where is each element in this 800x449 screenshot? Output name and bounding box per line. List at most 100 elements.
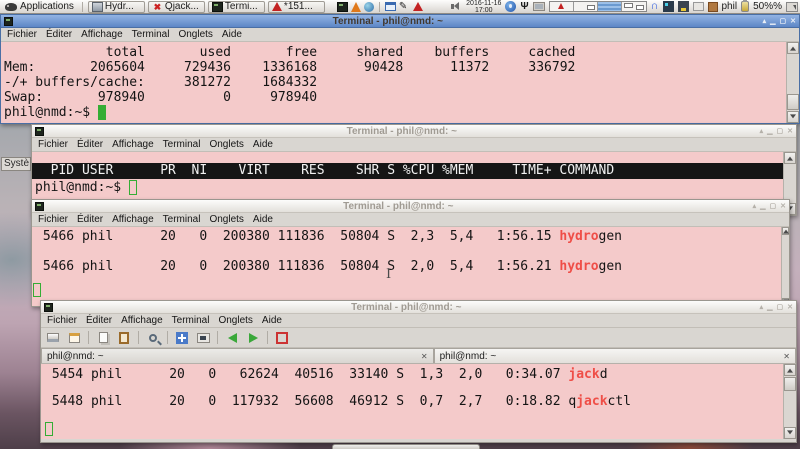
menu-aide[interactable]: Aide	[253, 214, 273, 225]
applications-menu-button[interactable]: Applications	[2, 0, 77, 13]
lock-keyring-icon[interactable]	[505, 1, 516, 12]
close-button[interactable]: ✕	[787, 303, 793, 312]
paste-button[interactable]	[116, 330, 132, 345]
new-tab-button[interactable]	[66, 330, 82, 345]
close-tab-button[interactable]	[274, 330, 290, 345]
menu-editer[interactable]: Éditer	[46, 29, 72, 40]
workspace-1[interactable]	[550, 2, 574, 11]
bottom-panel-handle[interactable]	[332, 444, 480, 449]
terminal-launcher-icon[interactable]	[337, 2, 348, 12]
menu-aide[interactable]: Aide	[262, 315, 282, 326]
taskbar-button-hydrogen[interactable]: Hydr...	[88, 1, 145, 13]
menu-terminal[interactable]: Terminal	[163, 214, 201, 225]
menu-terminal[interactable]: Terminal	[132, 29, 170, 40]
next-tab-button[interactable]	[245, 330, 261, 345]
tab-close-icon[interactable]: ✕	[421, 352, 428, 361]
scroll-down-button[interactable]	[784, 427, 796, 439]
desktop-icon-label[interactable]: Systè	[1, 157, 31, 171]
minimize-button[interactable]: ▁	[760, 202, 765, 211]
scrollbar[interactable]	[783, 364, 796, 439]
menu-aide[interactable]: Aide	[222, 29, 242, 40]
window-launcher-icon[interactable]	[385, 2, 396, 11]
pencil-launcher-icon[interactable]: ✎	[399, 2, 410, 12]
scroll-up-button[interactable]	[784, 364, 796, 376]
terminal-output-area[interactable]: 5454 phil 20 0 62624 40516 33140 S 1,3 2…	[41, 364, 796, 439]
vlc-launcher-icon[interactable]	[351, 2, 361, 12]
session-icon[interactable]	[678, 1, 689, 12]
battery-icon[interactable]	[741, 1, 749, 12]
menu-fichier[interactable]: Fichier	[47, 315, 77, 326]
minimize-button[interactable]: ▁	[767, 303, 772, 312]
screenshot-icon[interactable]	[786, 2, 798, 12]
menu-affichage[interactable]: Affichage	[81, 29, 123, 40]
previous-tab-button[interactable]	[224, 330, 240, 345]
shade-button[interactable]: ▴	[753, 202, 757, 211]
scroll-up-button[interactable]	[782, 227, 789, 235]
menu-affichage[interactable]: Affichage	[112, 214, 154, 225]
open-terminal-button[interactable]	[45, 330, 61, 345]
menu-terminal[interactable]: Terminal	[172, 315, 210, 326]
files-tray-icon[interactable]	[708, 2, 718, 12]
minimize-button[interactable]: ▁	[770, 17, 775, 26]
menu-fichier[interactable]: Fichier	[7, 29, 37, 40]
scrollbar-thumb[interactable]	[784, 377, 796, 391]
shade-button[interactable]: ▴	[760, 127, 764, 136]
menu-onglets[interactable]: Onglets	[209, 139, 243, 150]
workspace-pager[interactable]	[549, 1, 647, 12]
headphones-icon[interactable]: ∩	[651, 1, 659, 12]
titlebar[interactable]: Terminal - phil@nmd: ~ ▴ ▁ ▢ ✕	[32, 125, 796, 138]
scroll-up-button[interactable]	[784, 152, 796, 164]
fullscreen-button[interactable]	[174, 330, 190, 345]
browser-launcher-icon[interactable]	[364, 2, 374, 12]
menu-onglets[interactable]: Onglets	[218, 315, 252, 326]
menu-affichage[interactable]: Affichage	[121, 315, 163, 326]
alert-launcher-icon[interactable]	[413, 2, 423, 11]
tray-window-icon[interactable]	[693, 2, 704, 11]
menu-terminal[interactable]: Terminal	[163, 139, 201, 150]
jack-mixer-icon[interactable]	[663, 1, 674, 12]
scrollbar[interactable]	[781, 227, 789, 306]
minimize-button[interactable]: ▁	[767, 127, 772, 136]
workspace-3-active[interactable]	[598, 2, 622, 11]
tab-1[interactable]: phil@nmd: ~ ✕	[41, 348, 434, 363]
search-button[interactable]	[145, 330, 161, 345]
menu-affichage[interactable]: Affichage	[112, 139, 154, 150]
menu-onglets[interactable]: Onglets	[178, 29, 212, 40]
scrollbar-thumb[interactable]	[787, 94, 799, 110]
scroll-up-button[interactable]	[787, 42, 799, 54]
shade-button[interactable]: ▴	[760, 303, 764, 312]
panel-clock[interactable]: 2016-11-16 17:00	[466, 0, 501, 14]
menu-onglets[interactable]: Onglets	[209, 214, 243, 225]
menu-fichier[interactable]: Fichier	[38, 139, 68, 150]
maximize-button[interactable]: ▢	[780, 17, 787, 26]
terminal-output-area[interactable]: total used free shared buffers cached Me…	[1, 42, 799, 123]
taskbar-button-editor[interactable]: *151...	[268, 1, 325, 13]
workspace-2[interactable]	[574, 2, 598, 11]
close-button[interactable]: ✕	[787, 127, 793, 136]
maximize-button[interactable]: ▢	[777, 303, 784, 312]
copy-button[interactable]	[95, 330, 111, 345]
menu-editer[interactable]: Éditer	[77, 214, 103, 225]
display-icon[interactable]	[533, 2, 545, 11]
scrollbar[interactable]	[786, 42, 799, 123]
taskbar-button-terminal[interactable]: Termi...	[208, 1, 265, 13]
tab-2-active[interactable]: phil@nmd: ~ ✕	[434, 348, 796, 363]
titlebar[interactable]: Terminal - phil@nmd: ~ ▴ ▁ ▢ ✕	[1, 15, 799, 28]
taskbar-button-qjackctl[interactable]: ✖ Qjack...	[148, 1, 205, 13]
shade-button[interactable]: ▴	[763, 17, 767, 26]
close-button[interactable]: ✕	[790, 17, 796, 26]
close-button[interactable]: ✕	[780, 202, 786, 211]
scroll-down-button[interactable]	[787, 111, 799, 123]
network-icon[interactable]: Ψ	[520, 1, 528, 12]
terminal-output-area[interactable]: 5466 phil 20 0 200380 111836 50804 S 2,3…	[32, 227, 789, 306]
maximize-button[interactable]: ▢	[770, 202, 777, 211]
workspace-4[interactable]	[622, 2, 646, 11]
menu-aide[interactable]: Aide	[253, 139, 273, 150]
menu-editer[interactable]: Éditer	[77, 139, 103, 150]
menu-editer[interactable]: Éditer	[86, 315, 112, 326]
maximize-button[interactable]: ▢	[777, 127, 784, 136]
titlebar[interactable]: Terminal - phil@nmd: ~ ▴ ▁ ▢ ✕	[32, 200, 789, 213]
titlebar[interactable]: Terminal - phil@nmd: ~ ▴ ▁ ▢ ✕	[41, 301, 796, 314]
tab-close-icon[interactable]: ✕	[783, 352, 790, 361]
menu-fichier[interactable]: Fichier	[38, 214, 68, 225]
